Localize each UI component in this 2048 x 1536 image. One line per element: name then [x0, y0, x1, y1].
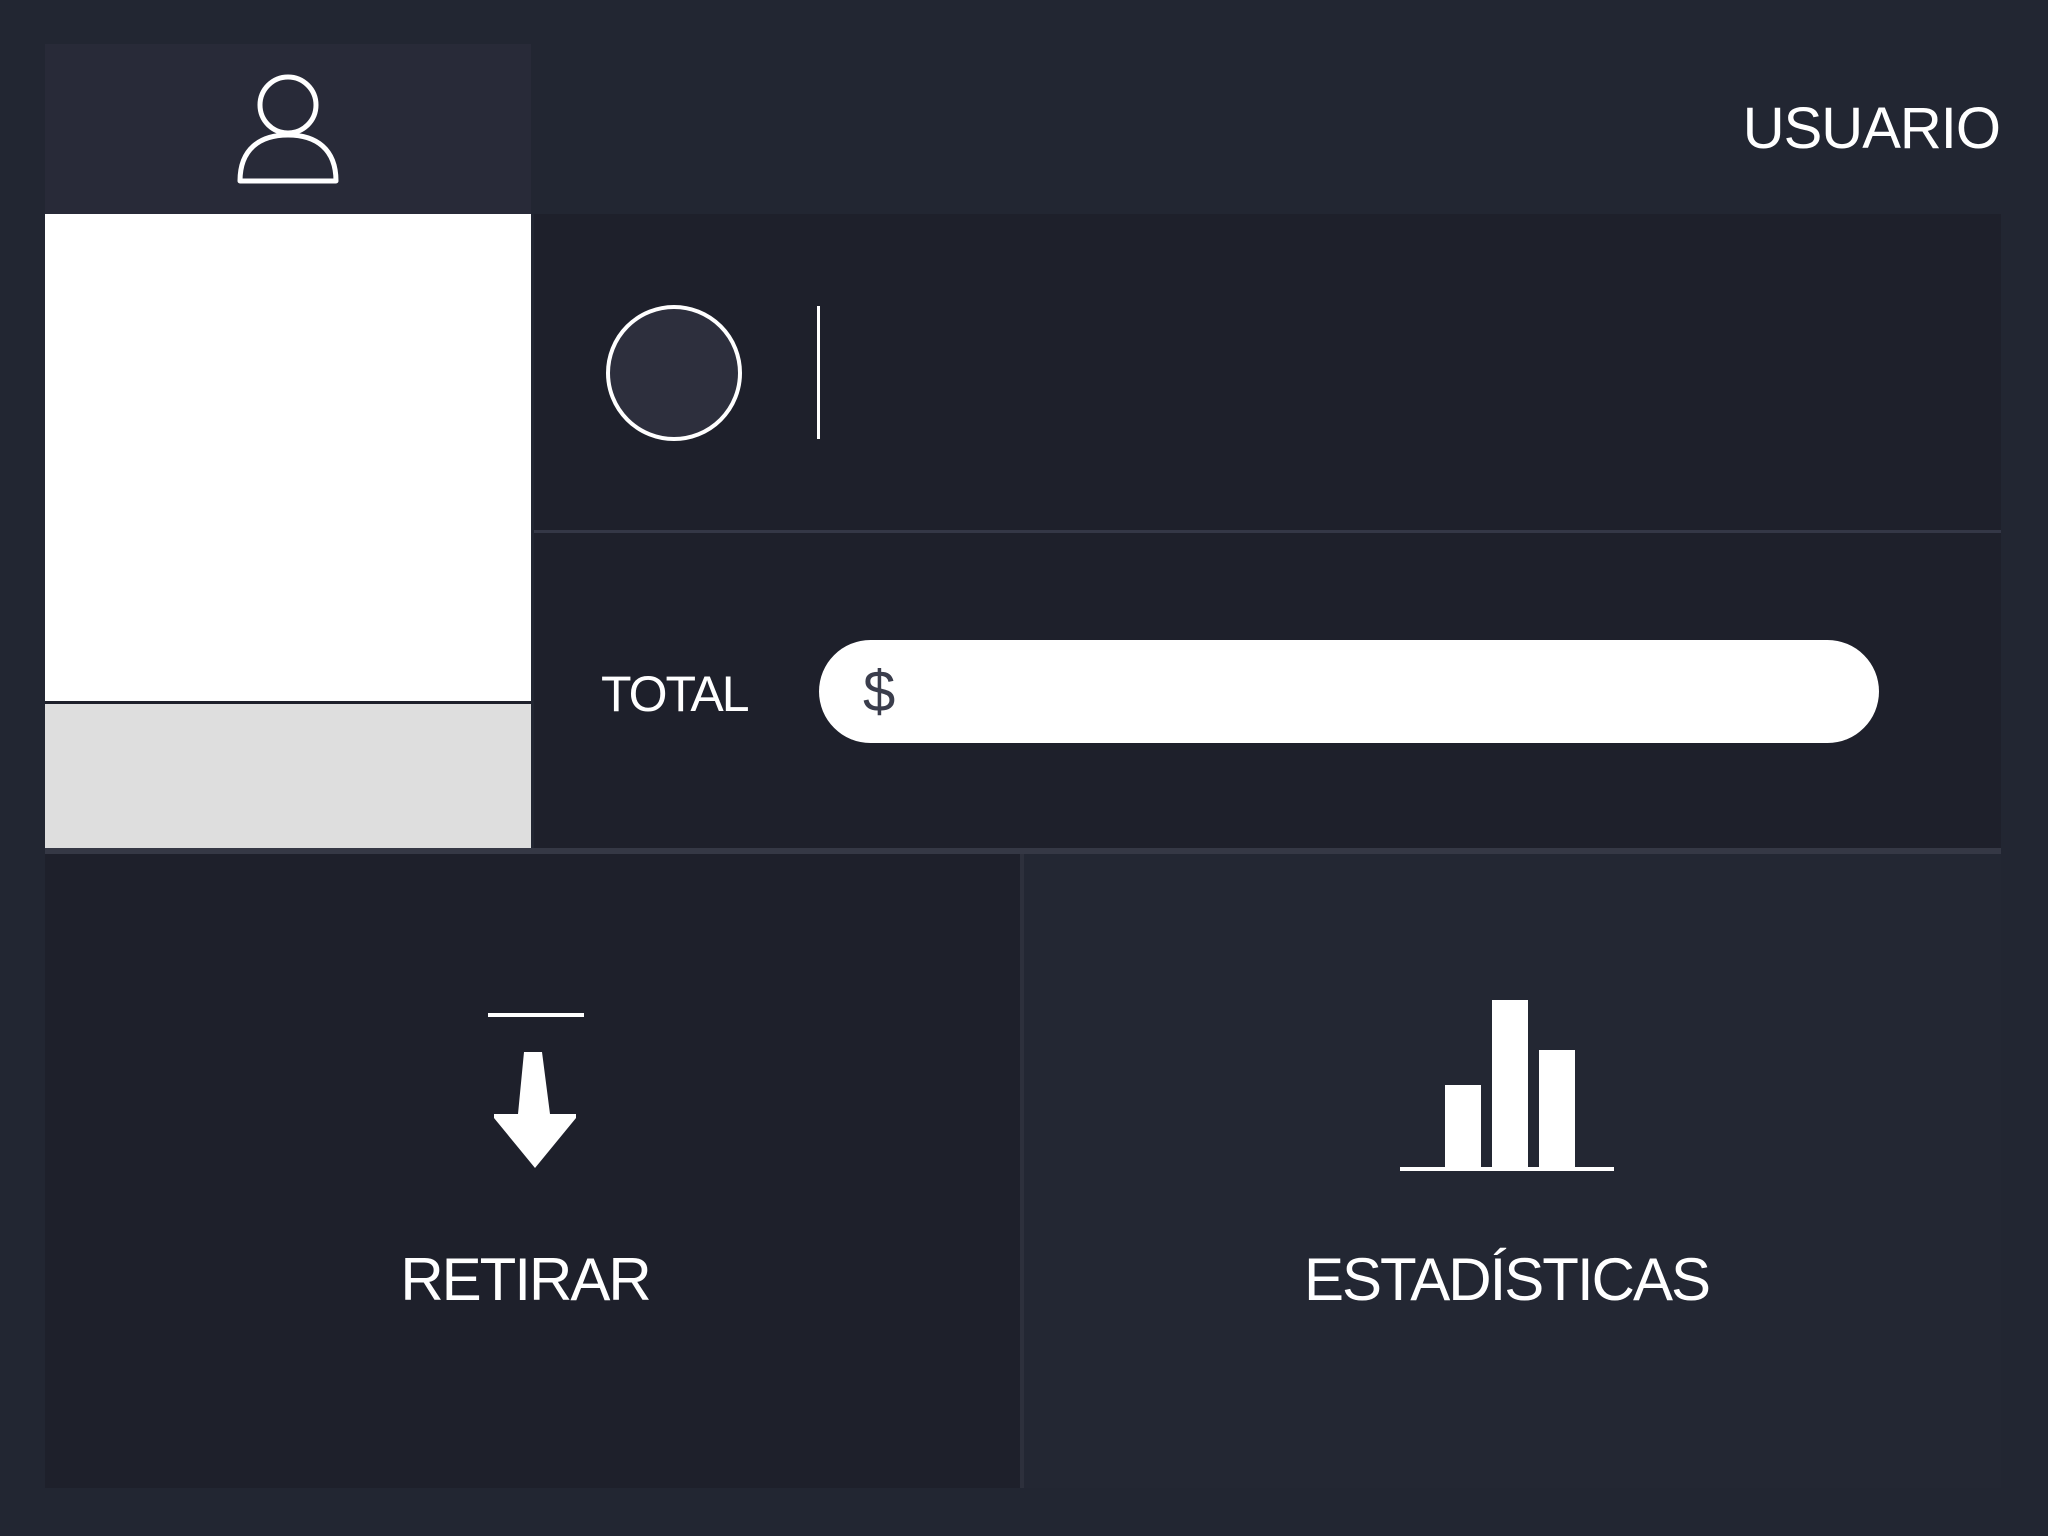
info-divider: [534, 530, 2001, 533]
page-title: USUARIO: [1742, 96, 2001, 161]
bar-chart-icon: [1400, 1000, 1614, 1171]
photo-caption-area: [45, 704, 531, 848]
currency-symbol: $: [863, 659, 896, 724]
total-field[interactable]: $: [819, 640, 1879, 743]
name-field-cursor[interactable]: [817, 306, 820, 439]
user-profile-tab[interactable]: [45, 44, 531, 214]
user-icon: [237, 74, 339, 184]
profile-photo: [45, 214, 531, 701]
statistics-label: ESTADÍSTICAS: [1304, 1246, 1711, 1313]
download-arrow-icon: [488, 1013, 584, 1168]
withdraw-label: RETIRAR: [400, 1246, 651, 1313]
avatar[interactable]: [606, 305, 742, 441]
total-label: TOTAL: [601, 666, 750, 722]
